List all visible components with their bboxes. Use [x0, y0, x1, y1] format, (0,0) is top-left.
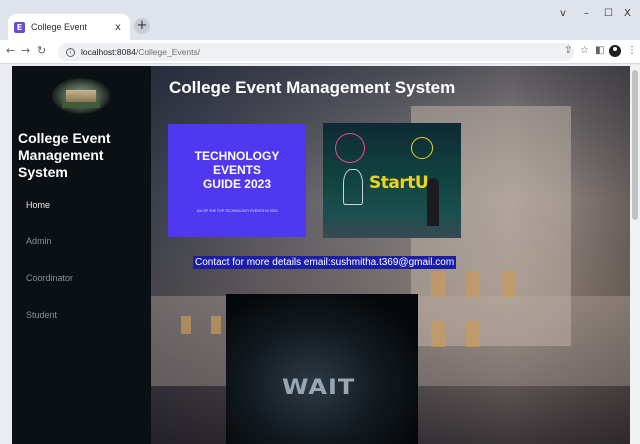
building-window: [466, 271, 480, 297]
nav-home-link[interactable]: Home: [26, 200, 50, 210]
building-window: [211, 316, 221, 334]
nav-coordinator-link[interactable]: Coordinator: [26, 273, 73, 283]
minimize-button[interactable]: –: [584, 8, 589, 19]
technology-events-poster: TECHNOLOGY EVENTS GUIDE 2023 100 OF THE …: [168, 124, 306, 237]
reload-icon[interactable]: ↻: [37, 44, 46, 57]
browser-tab-strip: E College Event x + v – ☐ X: [0, 0, 640, 40]
building-window: [181, 316, 191, 334]
browser-menu-icon[interactable]: ⋮: [627, 45, 637, 56]
poster-subtitle: 100 OF THE TOP TECHNOLOGY EVENTS IN 2023: [196, 209, 278, 213]
page-scrollbar[interactable]: [630, 66, 640, 444]
url-path: /College_Events/: [135, 47, 201, 57]
site-info-icon[interactable]: i: [66, 47, 75, 57]
main-content: College Event Management System TECHNOLO…: [151, 66, 630, 444]
page-title: College Event Management System: [169, 78, 456, 97]
poster-title-line: GUIDE 2023: [202, 177, 272, 191]
back-arrow-icon[interactable]: ←: [6, 44, 15, 57]
new-tab-button[interactable]: +: [134, 18, 150, 34]
side-panel-icon[interactable]: ◧: [595, 45, 604, 56]
url-text: localhost:8084/College_Events/: [81, 47, 200, 57]
site-favicon-icon: E: [14, 21, 25, 33]
college-logo: [52, 78, 110, 114]
scrollbar-thumb[interactable]: [632, 70, 638, 220]
share-icon[interactable]: ⇪: [564, 45, 572, 56]
tab-title: College Event: [31, 22, 88, 32]
nav-admin-link[interactable]: Admin: [26, 236, 52, 246]
tab-close-icon[interactable]: x: [112, 22, 124, 33]
doodle-circle: [411, 137, 433, 159]
maximize-button[interactable]: ☐: [604, 8, 613, 19]
profile-avatar-icon[interactable]: [609, 45, 621, 57]
poster-title-line: EVENTS: [212, 163, 261, 177]
building-window: [501, 271, 515, 297]
sidebar-site-title: College Event Management System: [18, 130, 111, 180]
poster-title: TECHNOLOGY EVENTS GUIDE 2023: [168, 149, 306, 191]
poster-title-line: TECHNOLOGY: [194, 149, 280, 163]
tab-search-icon[interactable]: v: [560, 8, 566, 19]
businessman-figure: [427, 178, 439, 226]
browser-tab[interactable]: E College Event x: [8, 14, 130, 40]
nav-student-link[interactable]: Student: [26, 310, 57, 320]
wait-text: WAIT: [282, 374, 356, 400]
bookmark-star-icon[interactable]: ☆: [580, 45, 589, 56]
startup-poster: StartU: [323, 123, 461, 238]
page-viewport: College Event Management System Home Adm…: [12, 66, 630, 444]
address-bar[interactable]: i localhost:8084/College_Events/: [58, 43, 574, 61]
sidebar: College Event Management System Home Adm…: [12, 66, 151, 444]
browser-toolbar: ← → ↻ i localhost:8084/College_Events/ ⇪…: [0, 40, 640, 64]
rocket-icon: [343, 169, 363, 205]
building-window: [431, 271, 445, 297]
url-host: localhost:8084: [81, 47, 136, 57]
wait-banner-image: WAIT: [226, 294, 418, 444]
building-window: [466, 321, 480, 347]
forward-arrow-icon[interactable]: →: [21, 44, 30, 57]
close-window-button[interactable]: X: [624, 8, 631, 19]
doodle-circle: [335, 133, 365, 163]
startup-text: StartU: [369, 173, 429, 193]
contact-info: Contact for more details email:sushmitha…: [193, 256, 457, 269]
building-window: [431, 321, 445, 347]
